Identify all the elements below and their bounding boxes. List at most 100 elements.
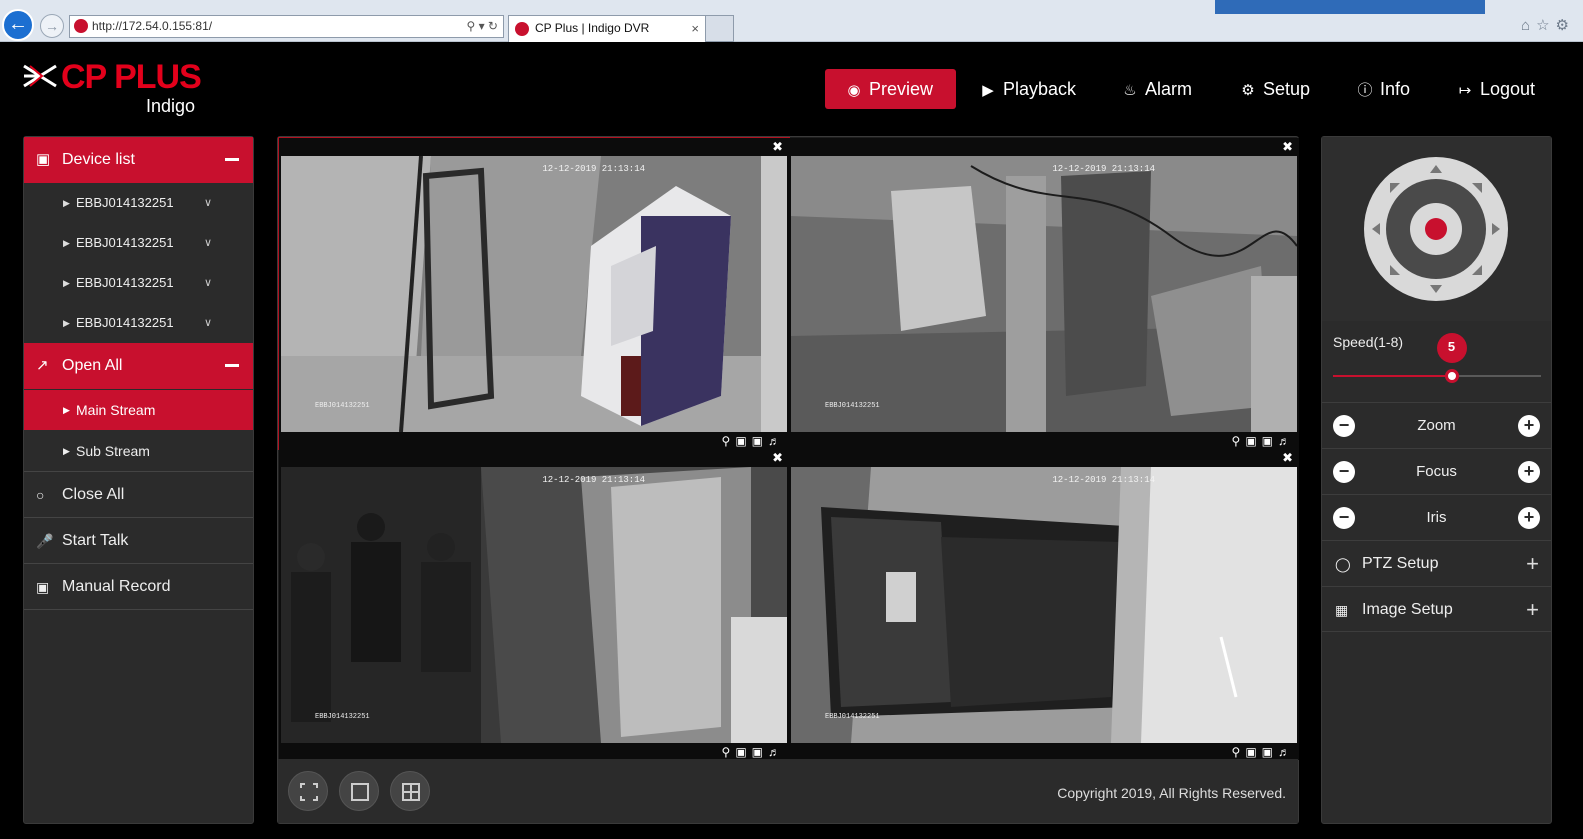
zoom-icon[interactable]: ⚲ — [1232, 745, 1246, 759]
nav-info[interactable]: ⓘ Info — [1356, 69, 1410, 109]
chevron-down-icon[interactable]: ∨ — [204, 183, 212, 223]
close-icon[interactable]: ✖ — [1282, 139, 1293, 155]
address-bar[interactable]: http://172.54.0.155:81/ ⚲ ▾ ↻ — [69, 15, 504, 38]
record-icon[interactable]: ▣ — [735, 434, 751, 448]
left-sidebar: ▣ Device list ▶ EBBJ014132251 ∨ ▶ EBBJ01… — [23, 136, 254, 824]
close-icon[interactable]: ✖ — [772, 139, 783, 155]
speed-slider-thumb[interactable] — [1444, 369, 1459, 383]
collapse-icon[interactable] — [225, 158, 239, 161]
zoom-label: Zoom — [1417, 417, 1456, 434]
device-item[interactable]: ▶ EBBJ014132251 ∨ — [24, 183, 253, 223]
record-icon[interactable]: ▣ — [735, 745, 751, 759]
camera-view[interactable]: ✖ 12-12-2019 21:13:14 EBBJ014132251 ⚲▣▣♬ — [789, 449, 1299, 760]
iris-plus-button[interactable]: + — [1518, 507, 1540, 529]
tab-close-icon[interactable]: × — [691, 16, 699, 41]
device-list-title: Device list — [62, 151, 135, 168]
speed-slider[interactable] — [1333, 375, 1541, 377]
new-tab-button[interactable] — [706, 15, 734, 42]
device-list-header[interactable]: ▣ Device list — [24, 137, 253, 183]
forward-button[interactable]: → — [40, 14, 64, 38]
camera-feed-image: 12-12-2019 21:13:14 EBBJ014132251 — [281, 156, 787, 432]
open-all-title: Open All — [62, 357, 123, 374]
ptz-panel: Speed(1-8) 5 Zoom − + Focus − + Iris − +… — [1321, 136, 1552, 824]
expand-plus-icon[interactable]: + — [1526, 541, 1539, 587]
camera-controls: ⚲▣▣♬ — [722, 434, 785, 448]
chevron-down-icon[interactable]: ∨ — [204, 263, 212, 303]
stream-sub[interactable]: ▶ Sub Stream — [24, 431, 253, 471]
quad-view-button[interactable] — [390, 771, 430, 811]
close-all-button[interactable]: ○ Close All — [24, 472, 253, 518]
snapshot-icon[interactable]: ▣ — [752, 745, 768, 759]
nav-logout-label: Logout — [1480, 79, 1536, 99]
eye-icon: ◉ — [847, 82, 861, 99]
address-tools[interactable]: ⚲ ▾ ↻ — [466, 16, 498, 37]
zoom-row: Zoom − + — [1322, 402, 1551, 448]
triangle-icon: ▶ — [63, 405, 70, 415]
snapshot-icon[interactable]: ▣ — [1262, 745, 1278, 759]
focus-row: Focus − + — [1322, 448, 1551, 494]
record-icon[interactable]: ▣ — [1245, 434, 1261, 448]
chevron-down-icon[interactable]: ∨ — [204, 303, 212, 343]
camera-id: EBBJ014132251 — [315, 402, 370, 410]
device-item[interactable]: ▶ EBBJ014132251 ∨ — [24, 223, 253, 263]
open-all-header[interactable]: ↗ Open All — [24, 343, 253, 389]
nav-logout[interactable]: ↦ Logout — [1456, 69, 1535, 109]
expand-plus-icon[interactable]: + — [1526, 587, 1539, 633]
focus-minus-button[interactable]: − — [1333, 461, 1355, 483]
stream-main[interactable]: ▶ Main Stream — [24, 390, 253, 430]
image-setup-row[interactable]: ▦ Image Setup + — [1322, 586, 1551, 632]
camera-id: EBBJ014132251 — [315, 713, 370, 721]
device-name: EBBJ014132251 — [76, 275, 174, 290]
single-view-button[interactable] — [339, 771, 379, 811]
nav-preview[interactable]: ◉ Preview — [825, 69, 956, 109]
nav-setup[interactable]: ⚙ Setup — [1239, 69, 1310, 109]
chevron-down-icon[interactable]: ∨ — [204, 223, 212, 263]
audio-icon[interactable]: ♬ — [768, 745, 785, 759]
record-icon[interactable]: ▣ — [1245, 745, 1261, 759]
speed-label: Speed(1-8) — [1333, 334, 1404, 350]
zoom-icon[interactable]: ⚲ — [722, 434, 736, 448]
snapshot-icon[interactable]: ▣ — [752, 434, 768, 448]
tab-title: CP Plus | Indigo DVR — [535, 21, 650, 35]
camera-view[interactable]: ✖ 12-12-2019 21:13:14 EBBJ014132251 ⚲▣▣♬ — [789, 138, 1299, 449]
audio-icon[interactable]: ♬ — [768, 434, 785, 448]
expand-triangle-icon: ▶ — [63, 318, 70, 328]
taskbar-strip — [1215, 0, 1485, 14]
brand-name: CP PLUS — [61, 58, 202, 96]
brand-sub: Indigo — [146, 96, 196, 116]
ptz-direction-pad — [1364, 157, 1508, 301]
iris-minus-button[interactable]: − — [1333, 507, 1355, 529]
ptz-setup-row[interactable]: ◯ PTZ Setup + — [1322, 540, 1551, 586]
collapse-icon[interactable] — [225, 364, 239, 367]
close-all-label: Close All — [62, 486, 125, 503]
close-icon[interactable]: ✖ — [772, 450, 783, 466]
device-item[interactable]: ▶ EBBJ014132251 ∨ — [24, 263, 253, 303]
zoom-in-button[interactable]: + — [1518, 415, 1540, 437]
manual-record-button[interactable]: ▣ Manual Record — [24, 564, 253, 610]
snapshot-icon[interactable]: ▣ — [1262, 434, 1278, 448]
zoom-icon[interactable]: ⚲ — [1232, 434, 1246, 448]
camera-view[interactable]: ✖ 12-12-2019 21:13:14 EBBJ014132251 ⚲▣▣♬ — [279, 449, 789, 760]
audio-icon[interactable]: ♬ — [1278, 745, 1295, 759]
nav-playback[interactable]: ▶ Playback — [979, 69, 1076, 109]
browser-toolbar-icons[interactable]: ⌂☆⚙ — [1521, 16, 1575, 34]
logout-icon: ↦ — [1458, 82, 1472, 99]
url-text: http://172.54.0.155:81/ — [92, 19, 213, 33]
expand-triangle-icon: ▶ — [63, 198, 70, 208]
camera-view[interactable]: ✖ 12-12-2019 21:13:14 EBBJ014132251 ⚲▣▣♬ — [278, 137, 790, 450]
start-talk-button[interactable]: 🎤 Start Talk — [24, 518, 253, 564]
close-icon[interactable]: ✖ — [1282, 450, 1293, 466]
ptz-joystick — [1322, 137, 1551, 321]
expand-triangle-icon: ▶ — [63, 238, 70, 248]
nav-alarm[interactable]: ♨ Alarm — [1121, 69, 1192, 109]
device-item[interactable]: ▶ EBBJ014132251 ∨ — [24, 303, 253, 343]
fullscreen-button[interactable] — [288, 771, 328, 811]
zoom-icon[interactable]: ⚲ — [722, 745, 736, 759]
camera-feed-image: 12-12-2019 21:13:14 EBBJ014132251 — [281, 467, 787, 743]
back-button[interactable]: ← — [2, 9, 34, 41]
audio-icon[interactable]: ♬ — [1278, 434, 1295, 448]
focus-plus-button[interactable]: + — [1518, 461, 1540, 483]
zoom-out-button[interactable]: − — [1333, 415, 1355, 437]
image-icon: ▦ — [1335, 602, 1349, 618]
browser-tab[interactable]: CP Plus | Indigo DVR × — [508, 15, 706, 42]
